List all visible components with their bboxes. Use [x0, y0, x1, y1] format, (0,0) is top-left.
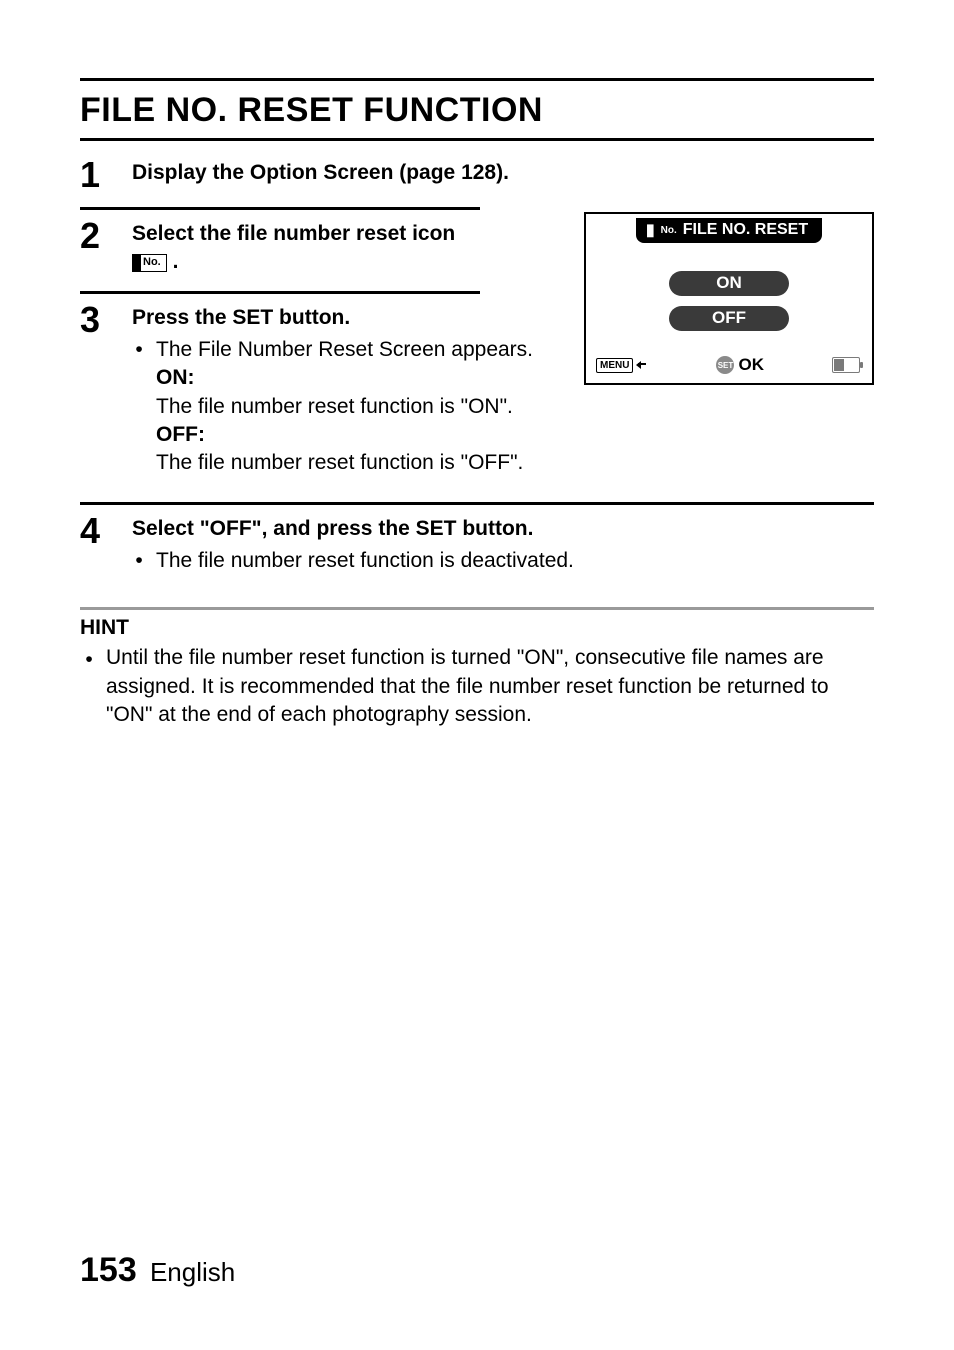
- ok-group: SET OK: [716, 355, 764, 375]
- on-label: ON:: [156, 364, 560, 392]
- hint-text: Until the file number reset function is …: [106, 644, 874, 729]
- step-number: 2: [80, 218, 110, 254]
- off-label: OFF:: [156, 421, 560, 449]
- menu-label: MENU: [600, 360, 629, 371]
- steps-list: 1 Display the Option Screen (page 128). …: [80, 149, 874, 589]
- off-text: The file number reset function is "OFF".: [156, 449, 560, 477]
- step-title: Select "OFF", and press the SET button.: [132, 515, 874, 543]
- step-3-line1: The File Number Reset Screen appears.: [156, 336, 533, 364]
- file-no-icon-label: No.: [141, 255, 163, 270]
- step-4-line1: The file number reset function is deacti…: [156, 547, 574, 575]
- rule-hint: [80, 607, 874, 610]
- screen-title: FILE NO. RESET: [683, 221, 808, 239]
- option-off: OFF: [669, 306, 789, 331]
- ok-label: OK: [738, 355, 764, 375]
- option-on: ON: [669, 271, 789, 296]
- hint-heading: HINT: [80, 616, 874, 640]
- step-number: 3: [80, 302, 110, 338]
- hint-block: HINT • Until the file number reset funct…: [80, 607, 874, 729]
- step-title: Display the Option Screen (page 128).: [132, 161, 509, 184]
- rule-under-title: [80, 138, 874, 141]
- step-3: 3 Press the SET button. • The File Numbe…: [80, 294, 560, 492]
- file-no-icon: No.: [132, 254, 167, 272]
- battery-icon: [832, 357, 860, 373]
- menu-badge: MENU: [596, 358, 633, 373]
- step-4: 4 Select "OFF", and press the SET button…: [80, 505, 874, 590]
- page-footer: 153 English: [80, 1251, 235, 1290]
- screen-title-pill: ▮ No. FILE NO. RESET: [636, 218, 822, 243]
- set-circle-icon: SET: [716, 356, 734, 374]
- step-title-a: Select the file number reset icon: [132, 222, 455, 245]
- return-arrow-icon: [636, 360, 648, 370]
- step-1: 1 Display the Option Screen (page 128).: [80, 149, 874, 207]
- step-number: 1: [80, 157, 110, 193]
- step-2: 2 Select the file number reset icon No. …: [80, 210, 560, 291]
- on-text: The file number reset function is "ON".: [156, 393, 560, 421]
- bullet-icon: •: [80, 646, 98, 729]
- step-title-b: .: [173, 250, 179, 273]
- page-number: 153: [80, 1251, 137, 1289]
- step-number: 4: [80, 513, 110, 549]
- bullet-icon: •: [132, 547, 146, 575]
- step-title: Press the SET button.: [132, 304, 560, 332]
- screen-title-small: No.: [661, 225, 677, 236]
- camera-screen: ▮ No. FILE NO. RESET ON OFF MENU SET: [584, 212, 874, 385]
- rule-top: [80, 78, 874, 81]
- page-language: English: [150, 1257, 235, 1287]
- file-no-mini-icon: ▮: [646, 220, 655, 240]
- page-title: FILE NO. RESET FUNCTION: [80, 91, 874, 130]
- bullet-icon: •: [132, 336, 146, 364]
